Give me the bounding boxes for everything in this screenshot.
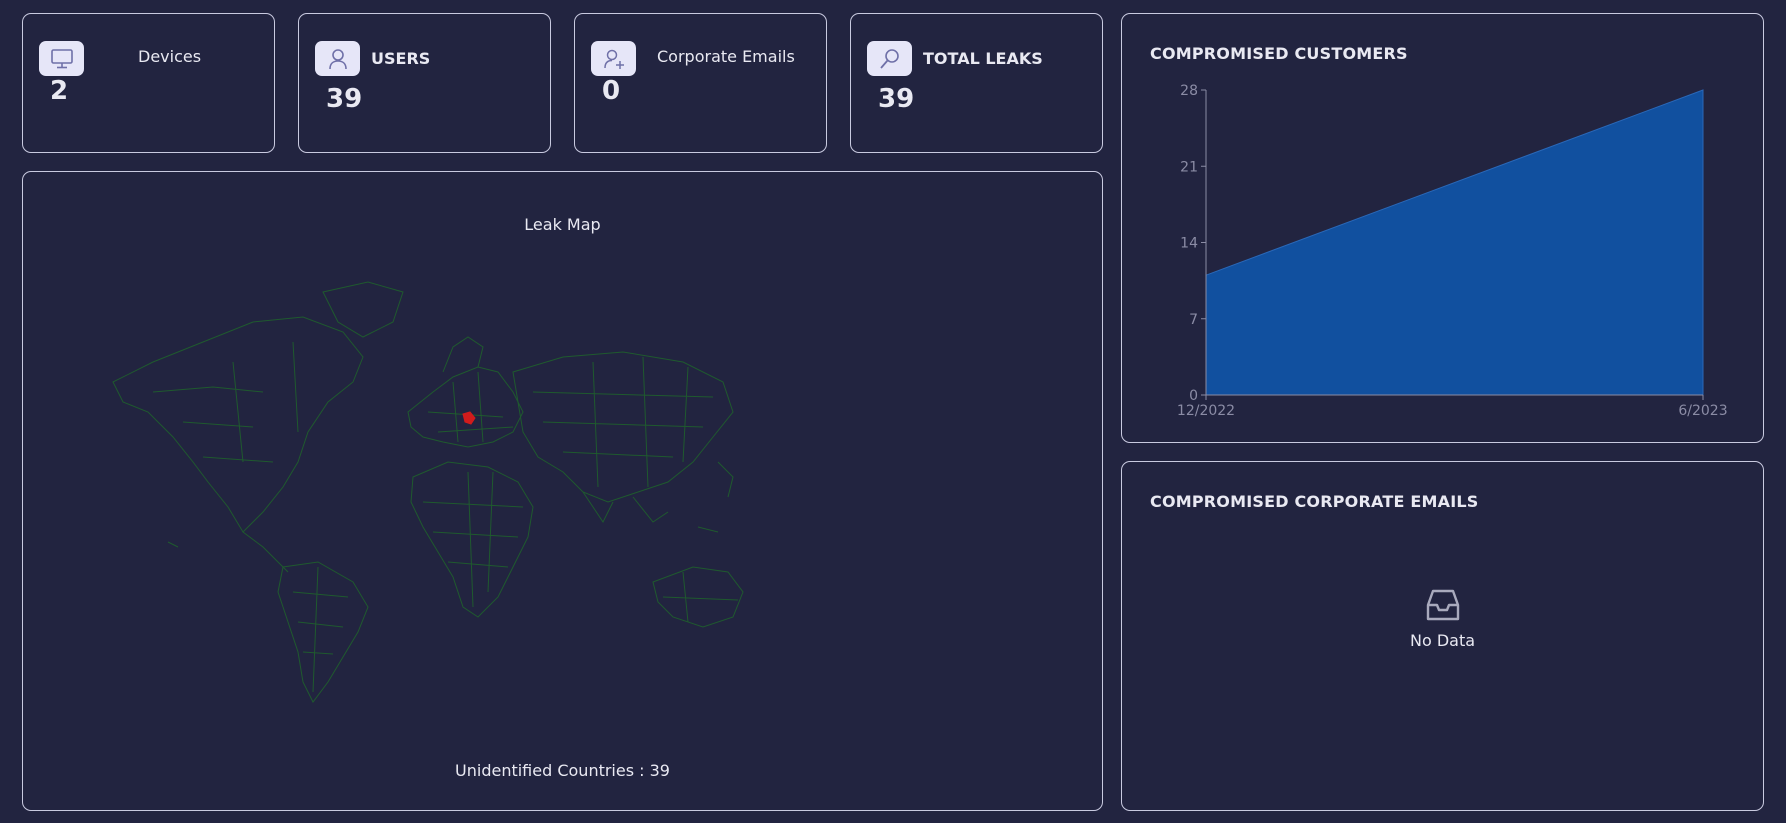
compromised-corporate-emails-card: COMPROMISED CORPORATE EMAILS No Data: [1121, 461, 1764, 811]
map-highlighted-country: [462, 411, 476, 425]
y-tick-label: 28: [1180, 83, 1198, 99]
monitor-icon: [39, 41, 84, 76]
corporate-emails-count: 0: [602, 76, 621, 106]
compromised-customers-chart: 0 7 14 21 28 12/2022 6/2023: [1177, 83, 1728, 419]
compromised-corporate-emails-title: COMPROMISED CORPORATE EMAILS: [1150, 492, 1479, 511]
users-card[interactable]: USERS 39: [298, 13, 551, 153]
leak-map-card: Leak Map Unidentified Countries: 39: [22, 171, 1103, 811]
leak-map-title: Leak Map: [524, 215, 601, 234]
map-south-america: [277, 561, 369, 703]
y-tick-label: 0: [1189, 388, 1198, 404]
x-tick-label: 12/2022: [1177, 403, 1235, 419]
empty-state: No Data: [1122, 587, 1763, 650]
y-tick-label: 21: [1180, 159, 1198, 175]
total-leaks-label: TOTAL LEAKS: [923, 49, 1043, 68]
users-label: USERS: [371, 49, 431, 68]
map-africa: [410, 461, 534, 618]
user-add-icon: [591, 41, 636, 76]
y-tick-label: 7: [1189, 312, 1198, 328]
devices-label: Devices: [138, 47, 202, 66]
users-count: 39: [326, 84, 363, 114]
world-map[interactable]: [93, 262, 813, 712]
devices-count: 2: [50, 76, 69, 106]
map-europe: [407, 366, 524, 448]
total-leaks-card[interactable]: TOTAL LEAKS 39: [850, 13, 1103, 153]
series-area: [1205, 89, 1704, 396]
no-data-text: No Data: [1409, 631, 1476, 650]
devices-card[interactable]: Devices 2: [22, 13, 275, 153]
x-tick-label: 6/2023: [1678, 403, 1727, 419]
corporate-emails-card[interactable]: Corporate Emails 0: [574, 13, 827, 153]
compromised-customers-card: COMPROMISED CUSTOMERS 0 7 14 21 28 12/2022 6/2…: [1121, 13, 1764, 443]
total-leaks-count: 39: [878, 84, 915, 114]
map-north-america: [112, 316, 364, 533]
search-icon: [867, 41, 912, 76]
unidentified-countries-text: Unidentified Countries : 39: [455, 761, 670, 780]
y-tick-label: 14: [1180, 236, 1198, 252]
inbox-icon: [1426, 589, 1459, 621]
user-icon: [315, 41, 360, 76]
corporate-emails-label: Corporate Emails: [657, 47, 795, 66]
